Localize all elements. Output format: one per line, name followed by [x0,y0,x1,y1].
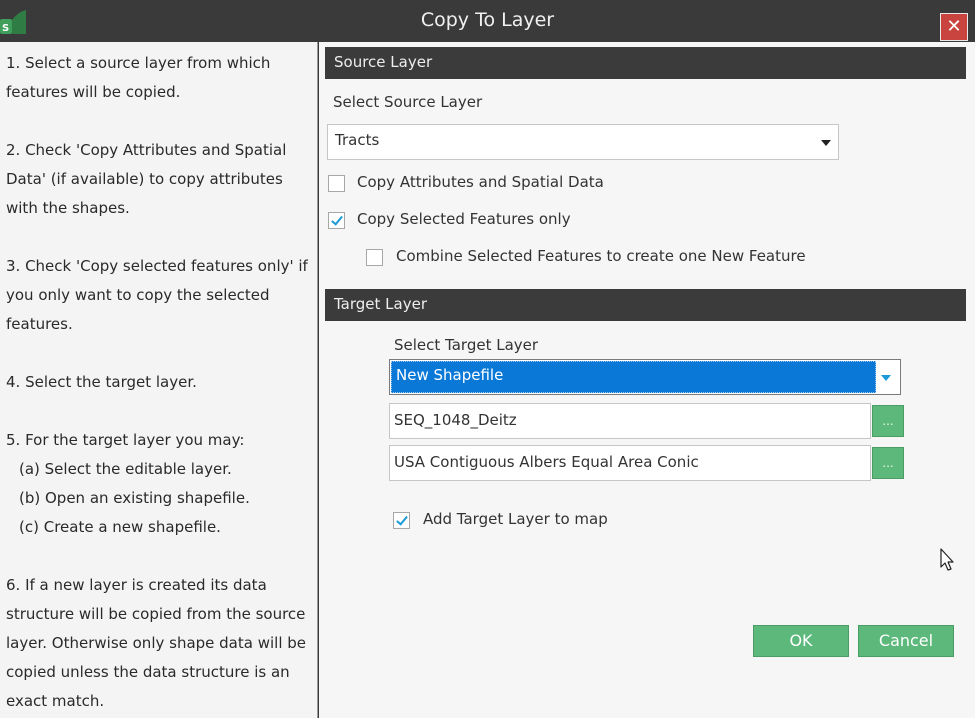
help-panel: 1. Select a source layer from which feat… [0,42,318,718]
source-layer-header: Source Layer [325,47,966,79]
checkmark-icon [396,513,408,526]
title-bar: S Copy To Layer ✕ [0,0,975,42]
help-step-6: 6. If a new layer is created its data st… [6,576,306,710]
source-layer-value: Tracts [335,131,380,149]
window-title: Copy To Layer [420,9,555,31]
help-step-1: 1. Select a source layer from which feat… [6,54,271,101]
target-layer-value: New Shapefile [396,366,504,384]
help-step-5-intro: 5. For the target layer you may: [6,431,245,449]
copy-attributes-checkbox[interactable] [328,175,345,192]
copy-attributes-label: Copy Attributes and Spatial Data [357,173,604,191]
browse-filename-button[interactable]: ... [872,405,904,437]
main-panel: Source Layer Select Source Layer Tracts … [319,42,975,718]
help-step-2: 2. Check 'Copy Attributes and Spatial Da… [6,141,287,217]
help-step-4: 4. Select the target layer. [6,373,197,391]
help-step-3: 3. Check 'Copy selected features only' i… [6,257,308,333]
help-step-5-option-a: (a) Select the editable layer. [19,460,232,478]
source-layer-dropdown[interactable]: Tracts [327,124,839,160]
target-projection-field[interactable]: USA Contiguous Albers Equal Area Conic [389,445,871,481]
checkmark-icon [331,213,343,226]
chevron-down-icon [881,375,891,381]
close-button[interactable]: ✕ [940,13,968,41]
target-filename-field[interactable]: SEQ_1048_Deitz [389,403,871,439]
add-to-map-label: Add Target Layer to map [423,510,608,528]
target-filename-value: SEQ_1048_Deitz [394,411,517,429]
add-to-map-checkbox[interactable] [393,512,410,529]
ok-button[interactable]: OK [753,625,849,657]
close-icon: ✕ [946,16,962,37]
copy-selected-only-label: Copy Selected Features only [357,210,571,228]
help-step-5-option-c: (c) Create a new shapefile. [19,518,221,536]
combine-selected-label: Combine Selected Features to create one … [396,247,806,265]
cancel-button[interactable]: Cancel [858,625,954,657]
target-layer-dropdown[interactable]: New Shapefile [389,359,901,395]
select-source-layer-label: Select Source Layer [333,93,483,111]
target-layer-header: Target Layer [325,289,966,321]
help-step-5-option-b: (b) Open an existing shapefile. [19,489,250,507]
mouse-pointer-icon [940,548,954,571]
select-target-layer-label: Select Target Layer [394,336,539,354]
help-step-5: 5. For the target layer you may: (a) Sel… [6,426,317,542]
target-projection-value: USA Contiguous Albers Equal Area Conic [394,453,699,471]
copy-selected-only-checkbox[interactable] [328,212,345,229]
combine-selected-checkbox[interactable] [366,249,383,266]
chevron-down-icon [821,140,831,146]
browse-projection-button[interactable]: ... [872,447,904,479]
